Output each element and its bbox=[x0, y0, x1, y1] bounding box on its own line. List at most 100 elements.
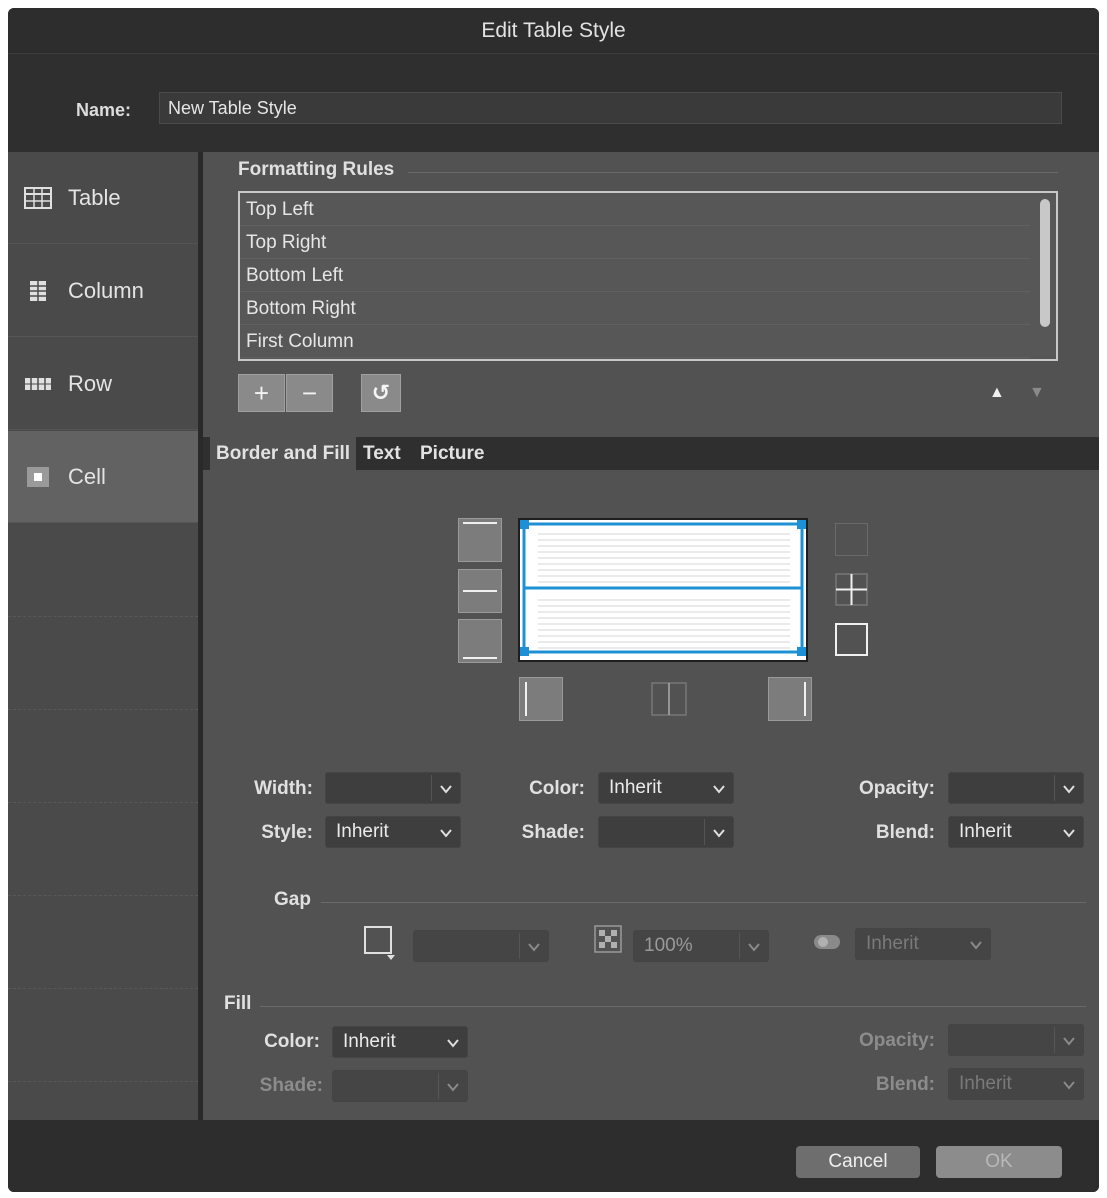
chevron-down-icon bbox=[447, 1039, 459, 1048]
name-row: Name: bbox=[8, 54, 1099, 152]
gap-size-dropdown[interactable] bbox=[413, 930, 549, 962]
border-outline-button[interactable] bbox=[835, 623, 868, 656]
gap-blend-icon bbox=[814, 935, 840, 949]
width-dropdown[interactable] bbox=[325, 772, 461, 804]
border-left-icon bbox=[525, 682, 527, 716]
tab-border-and-fill[interactable]: Border and Fill bbox=[210, 437, 357, 470]
border-right-button[interactable] bbox=[768, 677, 812, 721]
border-opacity-dropdown[interactable] bbox=[948, 772, 1084, 804]
dropdown-separator bbox=[519, 933, 520, 959]
border-middle-vertical-button[interactable] bbox=[649, 679, 689, 719]
chevron-down-icon bbox=[440, 785, 452, 794]
width-label: Width: bbox=[254, 778, 313, 799]
dropdown-separator bbox=[739, 933, 740, 959]
sidebar-item-column[interactable]: Column bbox=[8, 245, 198, 337]
name-input[interactable] bbox=[159, 92, 1062, 124]
border-middle-vertical-icon bbox=[651, 682, 687, 716]
sidebar-item-cell[interactable]: Cell bbox=[8, 431, 198, 523]
dropdown-separator bbox=[1054, 775, 1055, 801]
edit-table-style-dialog: Edit Table Style Name: Table Col bbox=[8, 8, 1099, 1192]
border-none-button[interactable] bbox=[835, 523, 868, 556]
tab-picture[interactable]: Picture bbox=[414, 437, 490, 470]
chevron-down-icon bbox=[1063, 829, 1075, 838]
gap-title: Gap bbox=[274, 889, 311, 910]
table-preview-graphic bbox=[520, 520, 806, 656]
sidebar-item-label: Row bbox=[68, 370, 113, 396]
fill-opacity-dropdown[interactable] bbox=[948, 1024, 1084, 1056]
border-top-icon bbox=[463, 522, 497, 524]
dropdown-separator bbox=[1054, 1027, 1055, 1053]
sidebar-item-label: Column bbox=[68, 277, 144, 303]
sidebar-empty-row bbox=[8, 617, 198, 710]
fill-color-label: Color: bbox=[264, 1031, 320, 1052]
main-panel: Formatting Rules Top Left Top Right Bott… bbox=[203, 152, 1099, 1120]
sidebar-item-row[interactable]: Row bbox=[8, 338, 198, 430]
chevron-down-icon bbox=[748, 943, 760, 952]
gap-blend-dropdown[interactable]: Inherit bbox=[855, 928, 991, 960]
border-color-dropdown[interactable]: Inherit bbox=[598, 772, 734, 804]
chevron-down-icon bbox=[970, 941, 982, 950]
category-sidebar: Table Column Row Cell bbox=[8, 152, 198, 1120]
list-item[interactable]: Top Left bbox=[240, 193, 1030, 226]
border-left-button[interactable] bbox=[519, 677, 563, 721]
shade-label: Shade: bbox=[521, 822, 585, 843]
cell-icon bbox=[27, 466, 49, 487]
remove-rule-button[interactable]: − bbox=[286, 374, 333, 412]
tab-text[interactable]: Text bbox=[357, 437, 407, 470]
list-item[interactable]: Top Right bbox=[240, 226, 1030, 259]
chevron-down-icon bbox=[713, 829, 725, 838]
shade-dropdown[interactable] bbox=[598, 816, 734, 848]
border-top-button[interactable] bbox=[458, 518, 502, 562]
fill-blend-value: Inherit bbox=[959, 1073, 1012, 1094]
list-item[interactable]: First Column bbox=[240, 325, 1030, 358]
blend-dropdown[interactable]: Inherit bbox=[948, 816, 1084, 848]
ok-button[interactable]: OK bbox=[936, 1146, 1062, 1178]
border-middle-horizontal-icon bbox=[463, 590, 497, 592]
move-down-icon[interactable]: ▼ bbox=[1029, 384, 1045, 402]
blend-value: Inherit bbox=[959, 821, 1012, 842]
sidebar-empty-row bbox=[8, 896, 198, 989]
chevron-down-icon bbox=[440, 829, 452, 838]
formatting-rules-title: Formatting Rules bbox=[238, 159, 395, 180]
style-dropdown[interactable]: Inherit bbox=[325, 816, 461, 848]
list-item[interactable]: Bottom Left bbox=[240, 259, 1030, 292]
sidebar-empty-row bbox=[8, 524, 198, 617]
border-color-value: Inherit bbox=[609, 777, 662, 798]
border-inside-button[interactable] bbox=[835, 573, 868, 606]
sidebar-item-label: Cell bbox=[68, 463, 106, 489]
border-right-icon bbox=[804, 682, 806, 716]
fill-blend-dropdown[interactable]: Inherit bbox=[948, 1068, 1084, 1100]
style-value: Inherit bbox=[336, 821, 389, 842]
list-item[interactable]: Bottom Right bbox=[240, 292, 1030, 325]
move-up-icon[interactable]: ▲ bbox=[989, 384, 1005, 402]
style-label: Style: bbox=[261, 822, 313, 843]
sidebar-empty-row bbox=[8, 989, 198, 1082]
dropdown-separator bbox=[704, 819, 705, 845]
border-bottom-button[interactable] bbox=[458, 619, 502, 663]
gap-size-icon bbox=[364, 926, 395, 960]
chevron-down-icon bbox=[1063, 1037, 1075, 1046]
add-rule-button[interactable]: + bbox=[238, 374, 285, 412]
section-divider bbox=[260, 1006, 1086, 1007]
fill-shade-dropdown[interactable] bbox=[332, 1070, 468, 1102]
fill-title: Fill bbox=[224, 993, 252, 1014]
fill-color-dropdown[interactable]: Inherit bbox=[332, 1026, 468, 1058]
border-bottom-icon bbox=[463, 657, 497, 659]
gap-blend-value: Inherit bbox=[866, 933, 919, 954]
row-icon bbox=[25, 377, 51, 390]
border-preview[interactable] bbox=[518, 518, 808, 662]
formatting-rules-list: Top Left Top Right Bottom Left Bottom Ri… bbox=[238, 191, 1058, 361]
border-middle-horizontal-button[interactable] bbox=[458, 569, 502, 613]
fill-blend-label: Blend: bbox=[875, 1074, 935, 1095]
gap-opacity-dropdown[interactable]: 100% bbox=[633, 930, 769, 962]
fill-opacity-label: Opacity: bbox=[858, 1030, 935, 1051]
dropdown-separator bbox=[431, 775, 432, 801]
tab-bar: Border and Fill Text Picture bbox=[203, 437, 1099, 470]
gap-opacity-icon bbox=[594, 925, 622, 953]
cancel-button[interactable]: Cancel bbox=[796, 1146, 920, 1178]
reset-rule-button[interactable]: ↺ bbox=[361, 374, 401, 412]
list-scrollbar[interactable] bbox=[1040, 199, 1050, 327]
sidebar-item-table[interactable]: Table bbox=[8, 152, 198, 244]
border-inside-icon bbox=[835, 573, 868, 606]
column-icon bbox=[30, 280, 46, 301]
